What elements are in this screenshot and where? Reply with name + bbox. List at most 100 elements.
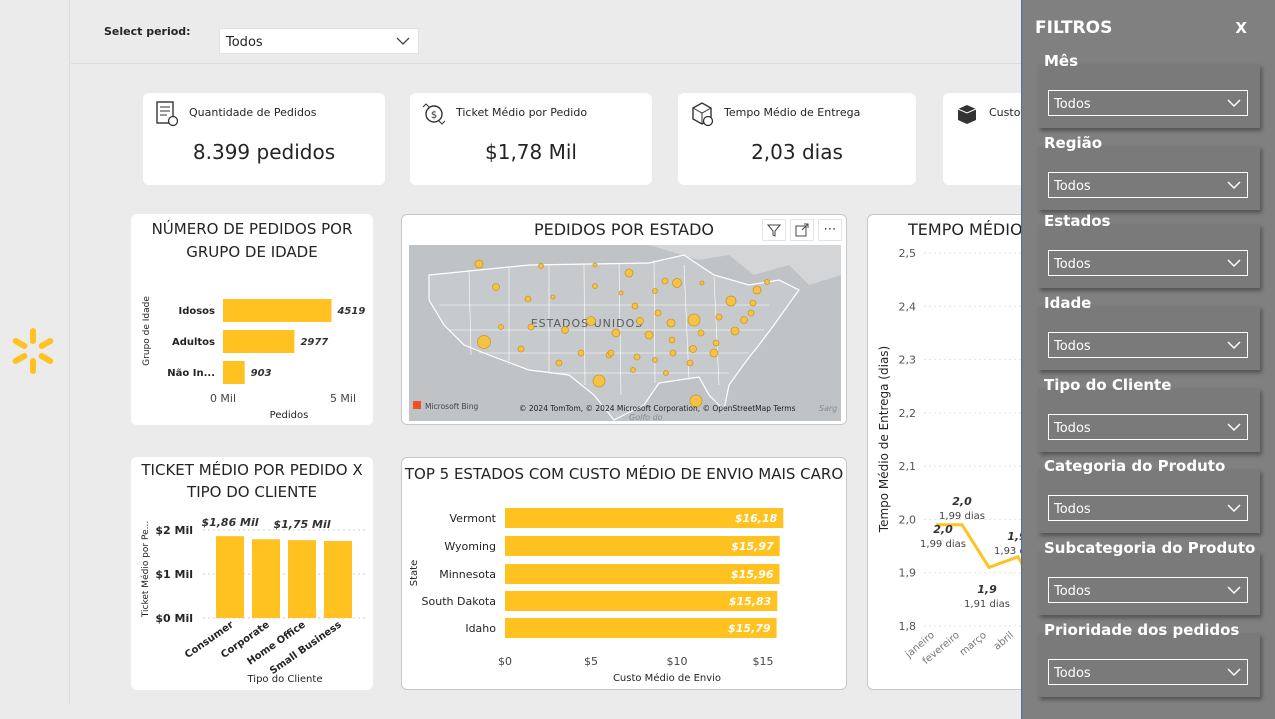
bar[interactable] xyxy=(223,299,332,322)
x-tick-label: $15 xyxy=(753,655,774,668)
filter-dropdown[interactable]: Todos xyxy=(1048,659,1248,685)
visual-toolbar: ⋯ xyxy=(762,219,842,241)
y-tick-label: 2,2 xyxy=(899,407,917,420)
filter-dropdown-value: Todos xyxy=(1054,97,1091,112)
data-label: $15,79 xyxy=(728,622,771,635)
filter-label: Idade xyxy=(1044,294,1092,312)
filter-dropdown[interactable]: Todos xyxy=(1048,495,1248,521)
data-label-sub: 1,99 dias xyxy=(920,539,966,550)
x-tick-label: $10 xyxy=(667,655,688,668)
map-canvas[interactable]: ESTADOS UNIDOS Microsoft Bing © 2024 Tom… xyxy=(409,245,841,421)
filter-dropdown-value: Todos xyxy=(1054,666,1091,681)
data-label: 2977 xyxy=(300,337,328,348)
y-tick-label: $1 Mil xyxy=(155,568,193,581)
period-dropdown[interactable]: Todos xyxy=(219,28,419,54)
map-attribution: © 2024 TomTom, © 2024 Microsoft Corporat… xyxy=(519,404,796,413)
period-selector-bar: Select period: Todos xyxy=(71,0,1031,64)
y-axis-title: State xyxy=(409,560,420,586)
filter-dropdown-value: Todos xyxy=(1054,339,1091,354)
y-tick-label: 2,4 xyxy=(899,300,917,313)
filter-dropdown[interactable]: Todos xyxy=(1048,250,1248,276)
filter-dropdown[interactable]: Todos xyxy=(1048,172,1248,198)
ticket-by-customer-chart[interactable]: TICKET MÉDIO POR PEDIDO X TIPO DO CLIENT… xyxy=(131,457,373,690)
delivery-box-icon xyxy=(692,102,714,127)
filter-label: Subcategoria do Produto xyxy=(1044,539,1256,557)
filter-dropdown[interactable]: Todos xyxy=(1048,577,1248,603)
data-label: $15,96 xyxy=(731,568,774,581)
age-group-chart[interactable]: NÚMERO DE PEDIDOS POR GRUPO DE IDADE Gru… xyxy=(131,214,373,425)
kpi-value: $1,78 Mil xyxy=(485,140,577,164)
top5-shipping-cost-chart[interactable]: TOP 5 ESTADOS COM CUSTO MÉDIO DE ENVIO M… xyxy=(401,457,847,690)
chevron-down-icon xyxy=(1227,504,1241,513)
filter-panel: FILTROS X Mês Todos Região Todos Estados Todo… xyxy=(1021,0,1275,719)
bar[interactable] xyxy=(252,539,280,618)
kpi-card-orders: Quantidade de Pedidos 8.399 pedidos xyxy=(143,93,385,185)
kpi-card-delivery: Tempo Médio de Entrega 2,03 dias xyxy=(678,93,916,185)
data-label: $15,97 xyxy=(731,540,774,553)
x-tick-label: 5 Mil xyxy=(330,392,356,405)
bar[interactable] xyxy=(223,361,245,384)
filter-panel-title: FILTROS xyxy=(1035,18,1113,38)
filter-dropdown[interactable]: Todos xyxy=(1048,90,1248,116)
bar[interactable] xyxy=(288,540,316,618)
data-label: $1,75 Mil xyxy=(273,518,330,531)
category-label: Minnesota xyxy=(439,568,496,581)
filter-label: Região xyxy=(1044,134,1103,152)
y-axis-title: Grupo de Idade xyxy=(142,296,152,366)
filter-dropdown[interactable]: Todos xyxy=(1048,332,1248,358)
bar[interactable] xyxy=(216,536,244,618)
filter-icon[interactable] xyxy=(762,219,786,241)
filter-label: Mês xyxy=(1044,52,1079,70)
close-icon[interactable]: X xyxy=(1235,19,1247,37)
data-label: $15,83 xyxy=(729,595,772,608)
data-label: 2,0 xyxy=(933,523,953,536)
x-axis-title: Custo Médio de Envio xyxy=(613,672,721,684)
filter-slicer: Estados Todos xyxy=(1038,212,1260,288)
report-canvas: Select period: Todos Quantidade de Pedid… xyxy=(0,0,1275,719)
data-label: $1,86 Mil xyxy=(201,516,258,529)
kpi-title: Tempo Médio de Entrega xyxy=(724,106,861,119)
y-tick-label: 2,1 xyxy=(899,460,917,473)
data-label-sub: 1,99 dias xyxy=(939,511,985,522)
more-options-icon[interactable]: ⋯ xyxy=(818,219,842,241)
filter-slicer: Prioridade dos pedidos Todos xyxy=(1038,621,1260,697)
chevron-down-icon xyxy=(1227,181,1241,190)
category-label: Wyoming xyxy=(444,540,496,553)
data-label: $16,18 xyxy=(735,512,778,525)
focus-mode-icon[interactable] xyxy=(790,219,814,241)
chevron-down-icon xyxy=(1227,423,1241,432)
y-tick-label: 2,5 xyxy=(899,247,917,260)
kpi-title: Ticket Médio por Pedido xyxy=(456,106,588,119)
map-visual[interactable]: PEDIDOS POR ESTADO ⋯ ESTADOS UNIDOS Micr… xyxy=(401,214,847,425)
filter-dropdown[interactable]: Todos xyxy=(1048,414,1248,440)
filter-dropdown-value: Todos xyxy=(1054,257,1091,272)
kpi-value: 2,03 dias xyxy=(751,140,843,164)
age-group-bar-plot: Grupo de Idade Pedidos Idosos 4519 Adultos… xyxy=(142,296,365,421)
category-label: Vermont xyxy=(450,512,497,525)
filter-slicer: Tipo do Cliente Todos xyxy=(1038,376,1260,452)
x-tick-label: abril xyxy=(992,630,1016,653)
category-label: Idosos xyxy=(178,306,215,317)
x-tick-label: $5 xyxy=(584,655,598,668)
bar[interactable] xyxy=(223,330,295,353)
filter-label: Categoria do Produto xyxy=(1044,457,1226,475)
money-icon: $ xyxy=(422,103,446,125)
filter-slicer: Região Todos xyxy=(1038,134,1260,210)
filter-dropdown-value: Todos xyxy=(1054,584,1091,599)
category-label: Idaho xyxy=(465,622,496,635)
bar[interactable] xyxy=(324,541,352,618)
period-label: Select period: xyxy=(104,25,191,38)
y-axis-title: Tempo Médio de Entrega (dias) xyxy=(877,346,891,533)
kpi-value: 8.399 pedidos xyxy=(192,140,336,164)
map-bing-credit: Microsoft Bing xyxy=(425,402,478,411)
us-map-graphic: ESTADOS UNIDOS Microsoft Bing © 2024 Tom… xyxy=(409,245,841,421)
top5-bar-plot: State Custo Médio de Envio Vermont $16,18… xyxy=(409,508,784,684)
y-tick-label: 1,9 xyxy=(899,567,917,580)
data-label: 903 xyxy=(251,368,272,379)
category-label: Adultos xyxy=(172,337,215,348)
filter-dropdown-value: Todos xyxy=(1054,421,1091,436)
y-tick-label: $2 Mil xyxy=(155,524,193,537)
filter-label: Tipo do Cliente xyxy=(1044,376,1172,394)
filter-label: Estados xyxy=(1044,212,1111,230)
period-dropdown-value: Todos xyxy=(226,35,263,50)
